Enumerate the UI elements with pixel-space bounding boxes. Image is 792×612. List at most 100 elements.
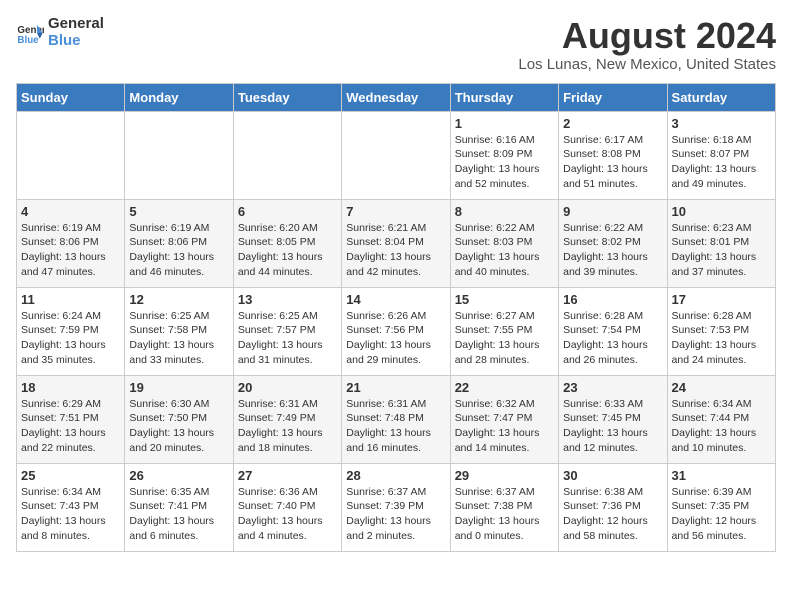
calendar-week-row: 1 Sunrise: 6:16 AM Sunset: 8:09 PM Daylig…	[17, 111, 776, 199]
day-info: Sunrise: 6:19 AM Sunset: 8:06 PM Dayligh…	[21, 221, 120, 280]
calendar-cell: 27 Sunrise: 6:36 AM Sunset: 7:40 PM Dayli…	[233, 463, 341, 551]
day-info: Sunrise: 6:37 AM Sunset: 7:38 PM Dayligh…	[455, 485, 554, 544]
day-number: 27	[238, 468, 337, 483]
calendar-cell: 15Sunrise: 6:27 AM Sunset: 7:55 PM Dayli…	[450, 287, 558, 375]
calendar-cell: 6 Sunrise: 6:20 AM Sunset: 8:05 PM Daylig…	[233, 199, 341, 287]
calendar-cell	[342, 111, 450, 199]
day-info: Sunrise: 6:34 AM Sunset: 7:43 PM Dayligh…	[21, 485, 120, 544]
day-info: Sunrise: 6:29 AM Sunset: 7:51 PM Dayligh…	[21, 397, 120, 456]
day-info: Sunrise: 6:23 AM Sunset: 8:01 PM Dayligh…	[672, 221, 771, 280]
day-info: Sunrise: 6:25 AM Sunset: 7:58 PM Dayligh…	[129, 309, 228, 368]
calendar-week-row: 4 Sunrise: 6:19 AM Sunset: 8:06 PM Daylig…	[17, 199, 776, 287]
day-number: 20	[238, 380, 337, 395]
calendar-cell: 16 Sunrise: 6:28 AM Sunset: 7:54 PM Dayli…	[559, 287, 667, 375]
day-info: Sunrise: 6:22 AM Sunset: 8:02 PM Dayligh…	[563, 221, 662, 280]
day-info: Sunrise: 6:32 AM Sunset: 7:47 PM Dayligh…	[455, 397, 554, 456]
day-info: Sunrise: 6:17 AM Sunset: 8:08 PM Dayligh…	[563, 133, 662, 192]
calendar-cell	[233, 111, 341, 199]
day-number: 9	[563, 204, 662, 219]
day-number: 19	[129, 380, 228, 395]
day-info: Sunrise: 6:35 AM Sunset: 7:41 PM Dayligh…	[129, 485, 228, 544]
day-number: 4	[21, 204, 120, 219]
calendar-cell: 2 Sunrise: 6:17 AM Sunset: 8:08 PM Daylig…	[559, 111, 667, 199]
calendar-cell: 26 Sunrise: 6:35 AM Sunset: 7:41 PM Dayli…	[125, 463, 233, 551]
weekday-header-row: SundayMondayTuesdayWednesdayThursdayFrid…	[17, 83, 776, 111]
calendar-cell: 5 Sunrise: 6:19 AM Sunset: 8:06 PM Daylig…	[125, 199, 233, 287]
day-info: Sunrise: 6:16 AM Sunset: 8:09 PM Dayligh…	[455, 133, 554, 192]
day-number: 1	[455, 116, 554, 131]
day-number: 18	[21, 380, 120, 395]
calendar-cell: 7 Sunrise: 6:21 AM Sunset: 8:04 PM Daylig…	[342, 199, 450, 287]
day-info: Sunrise: 6:20 AM Sunset: 8:05 PM Dayligh…	[238, 221, 337, 280]
day-info: Sunrise: 6:31 AM Sunset: 7:48 PM Dayligh…	[346, 397, 445, 456]
day-info: Sunrise: 6:21 AM Sunset: 8:04 PM Dayligh…	[346, 221, 445, 280]
day-number: 14	[346, 292, 445, 307]
logo-icon: General Blue	[16, 19, 44, 47]
calendar-cell: 21 Sunrise: 6:31 AM Sunset: 7:48 PM Dayli…	[342, 375, 450, 463]
calendar-cell: 20Sunrise: 6:31 AM Sunset: 7:49 PM Dayli…	[233, 375, 341, 463]
month-year: August 2024	[518, 16, 776, 56]
day-info: Sunrise: 6:28 AM Sunset: 7:54 PM Dayligh…	[563, 309, 662, 368]
location: Los Lunas, New Mexico, United States	[518, 56, 776, 73]
calendar-cell: 11 Sunrise: 6:24 AM Sunset: 7:59 PM Dayli…	[17, 287, 125, 375]
calendar-cell	[17, 111, 125, 199]
day-number: 17	[672, 292, 771, 307]
calendar-cell: 4 Sunrise: 6:19 AM Sunset: 8:06 PM Daylig…	[17, 199, 125, 287]
day-number: 2	[563, 116, 662, 131]
day-number: 5	[129, 204, 228, 219]
day-info: Sunrise: 6:22 AM Sunset: 8:03 PM Dayligh…	[455, 221, 554, 280]
day-number: 10	[672, 204, 771, 219]
calendar-table: SundayMondayTuesdayWednesdayThursdayFrid…	[16, 83, 776, 552]
calendar-cell: 23 Sunrise: 6:33 AM Sunset: 7:45 PM Dayli…	[559, 375, 667, 463]
day-number: 28	[346, 468, 445, 483]
calendar-cell: 24Sunrise: 6:34 AM Sunset: 7:44 PM Dayli…	[667, 375, 775, 463]
calendar-cell: 3 Sunrise: 6:18 AM Sunset: 8:07 PM Daylig…	[667, 111, 775, 199]
calendar-cell: 28Sunrise: 6:37 AM Sunset: 7:39 PM Dayli…	[342, 463, 450, 551]
day-info: Sunrise: 6:39 AM Sunset: 7:35 PM Dayligh…	[672, 485, 771, 544]
day-number: 6	[238, 204, 337, 219]
day-info: Sunrise: 6:18 AM Sunset: 8:07 PM Dayligh…	[672, 133, 771, 192]
calendar-cell	[125, 111, 233, 199]
day-info: Sunrise: 6:24 AM Sunset: 7:59 PM Dayligh…	[21, 309, 120, 368]
calendar-cell: 10 Sunrise: 6:23 AM Sunset: 8:01 PM Dayli…	[667, 199, 775, 287]
day-number: 8	[455, 204, 554, 219]
weekday-header: Tuesday	[233, 83, 341, 111]
calendar-week-row: 25 Sunrise: 6:34 AM Sunset: 7:43 PM Dayli…	[17, 463, 776, 551]
day-number: 7	[346, 204, 445, 219]
day-number: 21	[346, 380, 445, 395]
calendar-cell: 1 Sunrise: 6:16 AM Sunset: 8:09 PM Daylig…	[450, 111, 558, 199]
calendar-cell: 22 Sunrise: 6:32 AM Sunset: 7:47 PM Dayli…	[450, 375, 558, 463]
day-number: 30	[563, 468, 662, 483]
calendar-cell: 18 Sunrise: 6:29 AM Sunset: 7:51 PM Dayli…	[17, 375, 125, 463]
day-number: 22	[455, 380, 554, 395]
calendar-cell: 31Sunrise: 6:39 AM Sunset: 7:35 PM Dayli…	[667, 463, 775, 551]
day-info: Sunrise: 6:38 AM Sunset: 7:36 PM Dayligh…	[563, 485, 662, 544]
day-number: 16	[563, 292, 662, 307]
day-number: 25	[21, 468, 120, 483]
calendar-cell: 30 Sunrise: 6:38 AM Sunset: 7:36 PM Dayli…	[559, 463, 667, 551]
day-info: Sunrise: 6:36 AM Sunset: 7:40 PM Dayligh…	[238, 485, 337, 544]
calendar-cell: 25 Sunrise: 6:34 AM Sunset: 7:43 PM Dayli…	[17, 463, 125, 551]
weekday-header: Friday	[559, 83, 667, 111]
calendar-cell: 12 Sunrise: 6:25 AM Sunset: 7:58 PM Dayli…	[125, 287, 233, 375]
day-number: 24	[672, 380, 771, 395]
day-number: 12	[129, 292, 228, 307]
day-number: 11	[21, 292, 120, 307]
day-info: Sunrise: 6:26 AM Sunset: 7:56 PM Dayligh…	[346, 309, 445, 368]
day-info: Sunrise: 6:30 AM Sunset: 7:50 PM Dayligh…	[129, 397, 228, 456]
calendar-week-row: 18 Sunrise: 6:29 AM Sunset: 7:51 PM Dayli…	[17, 375, 776, 463]
day-number: 26	[129, 468, 228, 483]
day-info: Sunrise: 6:25 AM Sunset: 7:57 PM Dayligh…	[238, 309, 337, 368]
calendar-cell: 29Sunrise: 6:37 AM Sunset: 7:38 PM Dayli…	[450, 463, 558, 551]
calendar-week-row: 11 Sunrise: 6:24 AM Sunset: 7:59 PM Dayli…	[17, 287, 776, 375]
day-info: Sunrise: 6:19 AM Sunset: 8:06 PM Dayligh…	[129, 221, 228, 280]
title-block: August 2024 Los Lunas, New Mexico, Unite…	[518, 16, 776, 73]
logo-blue: Blue	[48, 33, 104, 50]
day-number: 13	[238, 292, 337, 307]
calendar-cell: 17Sunrise: 6:28 AM Sunset: 7:53 PM Dayli…	[667, 287, 775, 375]
day-info: Sunrise: 6:33 AM Sunset: 7:45 PM Dayligh…	[563, 397, 662, 456]
day-number: 23	[563, 380, 662, 395]
day-number: 3	[672, 116, 771, 131]
calendar-cell: 19 Sunrise: 6:30 AM Sunset: 7:50 PM Dayli…	[125, 375, 233, 463]
calendar-cell: 9 Sunrise: 6:22 AM Sunset: 8:02 PM Daylig…	[559, 199, 667, 287]
